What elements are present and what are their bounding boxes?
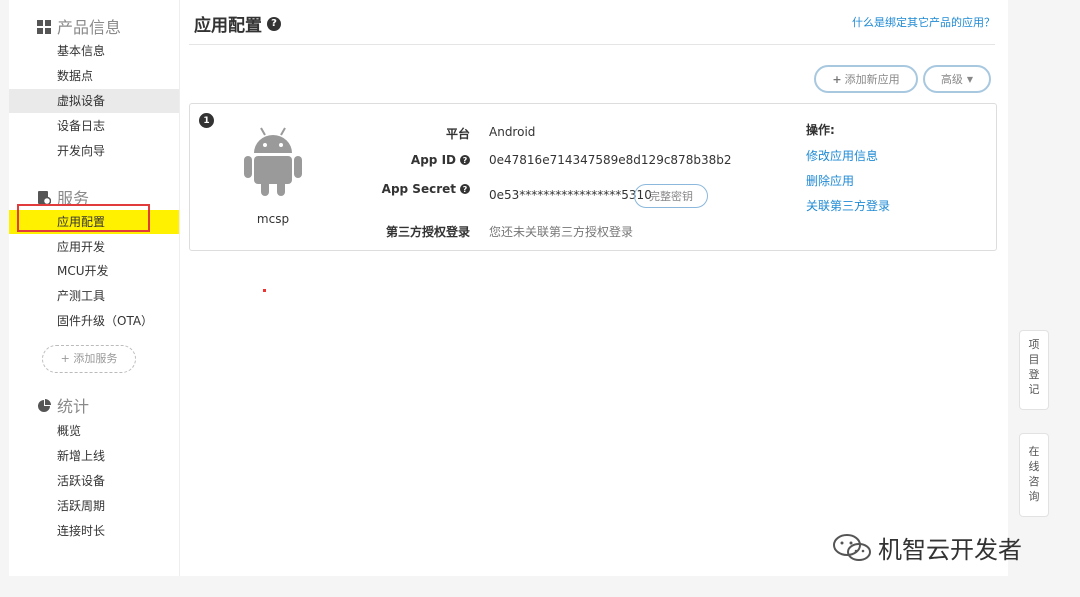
annotation-highlight-box <box>17 204 150 232</box>
project-register-label: 项目登记 <box>1028 338 1040 396</box>
advanced-label: 高级 <box>940 73 963 86</box>
app-id-label-text: App ID <box>410 153 456 167</box>
app-id-label: App ID ? <box>411 153 470 167</box>
sidebar-item-app-dev[interactable]: 应用开发 <box>9 235 179 259</box>
sidebar-section-label: 统计 <box>57 397 90 416</box>
watermark: 机智云开发者 <box>832 530 1022 565</box>
third-party-value: 您还未关联第三方授权登录 <box>489 225 634 239</box>
watermark-text: 机智云开发者 <box>878 536 1022 564</box>
sidebar-item-connection-time[interactable]: 连接时长 <box>9 519 179 543</box>
sidebar-item-device-log[interactable]: 设备日志 <box>9 114 179 138</box>
delete-app-link[interactable]: 删除应用 <box>806 172 854 189</box>
page-frame: 产品信息 基本信息 数据点 虚拟设备 设备日志 开发向导 服务 应用配置 应用开… <box>9 0 1008 576</box>
pie-chart-icon <box>37 398 51 412</box>
question-circle-icon[interactable]: ? <box>267 16 281 31</box>
grid-icon <box>37 19 51 34</box>
sidebar-item-data-points[interactable]: 数据点 <box>9 64 179 88</box>
link-third-party-link[interactable]: 关联第三方登录 <box>806 197 890 214</box>
red-dot <box>263 289 266 292</box>
main-content: 应用配置 ? 什么是绑定其它产品的应用？ + 添加新应用 高级 ▼ 1 mcsp… <box>189 0 999 576</box>
app-secret-label-text: App Secret <box>381 182 456 196</box>
app-card: 1 mcsp 平台 Android App ID ? 0e47816e71434… <box>189 103 997 251</box>
operations-title: 操作: <box>806 123 835 137</box>
add-app-button[interactable]: + 添加新应用 <box>814 65 918 93</box>
project-register-tab[interactable]: 项目登记 <box>1019 330 1049 410</box>
wechat-icon <box>832 533 872 563</box>
help-link[interactable]: 什么是绑定其它产品的应用？ <box>852 14 995 30</box>
app-name: mcsp <box>256 212 290 226</box>
platform-label: 平台 <box>445 127 470 141</box>
sidebar-item-dev-guide[interactable]: 开发向导 <box>9 139 179 163</box>
app-secret-label: App Secret ? <box>382 182 470 196</box>
sidebar-item-active-devices[interactable]: 活跃设备 <box>9 469 179 493</box>
question-circle-icon[interactable]: ? <box>460 155 470 165</box>
add-service-button[interactable]: + 添加服务 <box>42 345 136 373</box>
sidebar-item-active-period[interactable]: 活跃周期 <box>9 494 179 518</box>
online-consult-label: 在线咨询 <box>1028 445 1040 503</box>
sidebar-item-mcu-dev[interactable]: MCU开发 <box>9 259 179 283</box>
full-key-button[interactable]: 完整密钥 <box>634 184 708 208</box>
sidebar-section-product: 产品信息 <box>37 14 121 38</box>
android-icon <box>243 126 303 198</box>
sidebar-item-overview[interactable]: 概览 <box>9 419 179 443</box>
plus-icon: + <box>832 72 842 86</box>
sidebar-item-virtual-device[interactable]: 虚拟设备 <box>9 89 179 113</box>
edit-app-link[interactable]: 修改应用信息 <box>806 147 878 164</box>
sidebar-item-production-test[interactable]: 产测工具 <box>9 284 179 308</box>
sidebar-section-stats: 统计 <box>37 393 89 417</box>
online-consult-tab[interactable]: 在线咨询 <box>1019 433 1049 517</box>
caret-down-icon: ▼ <box>966 74 974 84</box>
app-secret-value: 0e53*****************5310 <box>489 188 652 202</box>
question-circle-icon[interactable]: ? <box>460 184 470 194</box>
app-id-value: 0e47816e714347589e8d129c878b38b2 <box>489 153 732 167</box>
sidebar-item-ota[interactable]: 固件升级（OTA） <box>9 309 179 333</box>
third-party-label: 第三方授权登录 <box>385 225 470 239</box>
page-title: 应用配置 ? <box>194 11 281 36</box>
sidebar-section-label: 产品信息 <box>57 18 122 37</box>
app-index-badge: 1 <box>199 113 214 128</box>
divider <box>189 44 995 45</box>
sidebar-item-new-online[interactable]: 新增上线 <box>9 444 179 468</box>
service-icon <box>37 190 52 206</box>
page-title-text: 应用配置 <box>194 16 262 36</box>
sidebar-item-basic-info[interactable]: 基本信息 <box>9 39 179 63</box>
add-app-label: 添加新应用 <box>844 73 900 86</box>
advanced-button[interactable]: 高级 ▼ <box>923 65 991 93</box>
platform-value: Android <box>489 125 536 139</box>
sidebar: 产品信息 基本信息 数据点 虚拟设备 设备日志 开发向导 服务 应用配置 应用开… <box>9 0 180 576</box>
